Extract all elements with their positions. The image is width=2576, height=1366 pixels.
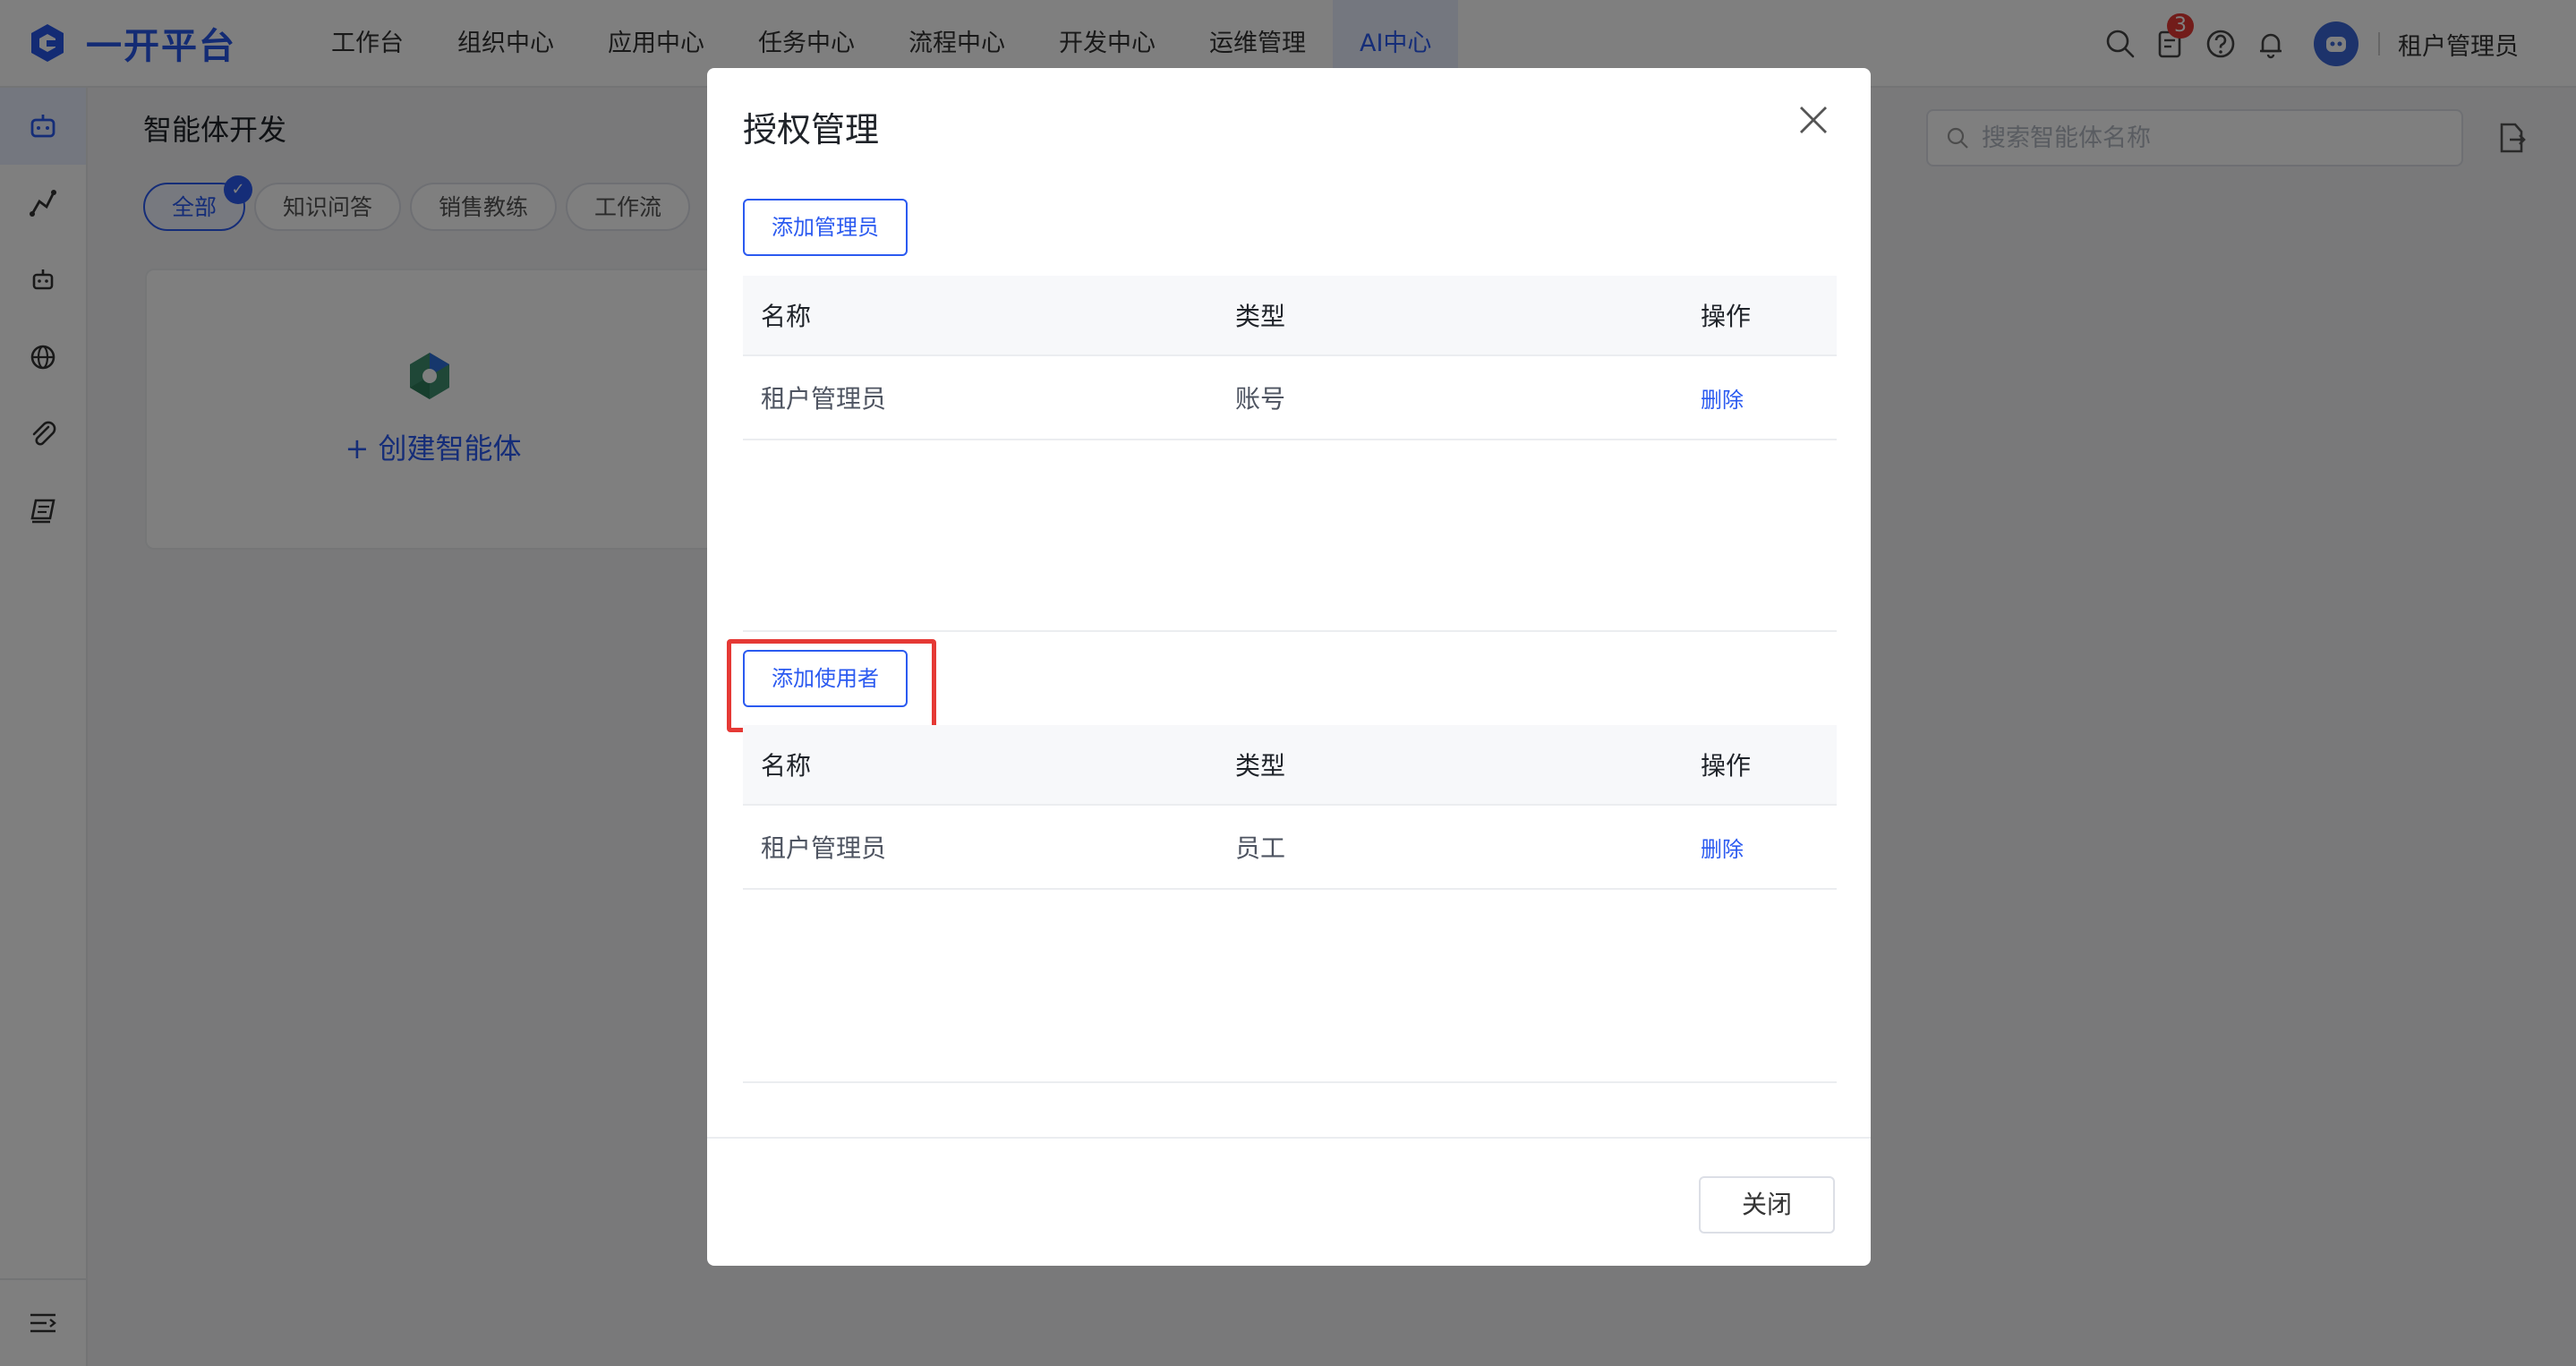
column-header-name: 名称 xyxy=(761,751,812,781)
user-table-header: 名称 类型 操作 xyxy=(743,725,1837,806)
add-admin-button[interactable]: 添加管理员 xyxy=(743,199,908,256)
add-user-button[interactable]: 添加使用者 xyxy=(743,650,908,707)
user-table-bottom-border xyxy=(743,1081,1837,1083)
cell-type: 员工 xyxy=(1235,833,1286,863)
modal-footer-divider xyxy=(707,1137,1871,1139)
column-header-name: 名称 xyxy=(761,302,812,331)
close-icon[interactable] xyxy=(1794,100,1833,140)
close-button[interactable]: 关闭 xyxy=(1699,1176,1835,1234)
permission-modal: 授权管理 添加管理员 名称 类型 操作 租户管理员 账号 删除 添加使用者 名称… xyxy=(707,68,1871,1266)
admin-table-bottom-border xyxy=(743,630,1837,632)
cell-name: 租户管理员 xyxy=(761,833,887,863)
delete-link[interactable]: 删除 xyxy=(1701,837,1744,862)
admin-table-header: 名称 类型 操作 xyxy=(743,276,1837,356)
admin-table: 名称 类型 操作 租户管理员 账号 删除 xyxy=(743,276,1837,440)
column-header-action: 操作 xyxy=(1701,302,1752,331)
table-row: 租户管理员 账号 删除 xyxy=(743,356,1837,440)
delete-link[interactable]: 删除 xyxy=(1701,388,1744,413)
column-header-type: 类型 xyxy=(1235,302,1286,331)
modal-title: 授权管理 xyxy=(743,110,880,149)
column-header-action: 操作 xyxy=(1701,751,1752,781)
cell-type: 账号 xyxy=(1235,384,1286,414)
column-header-type: 类型 xyxy=(1235,751,1286,781)
user-table: 名称 类型 操作 租户管理员 员工 删除 xyxy=(743,725,1837,890)
cell-name: 租户管理员 xyxy=(761,384,887,414)
table-row: 租户管理员 员工 删除 xyxy=(743,806,1837,890)
